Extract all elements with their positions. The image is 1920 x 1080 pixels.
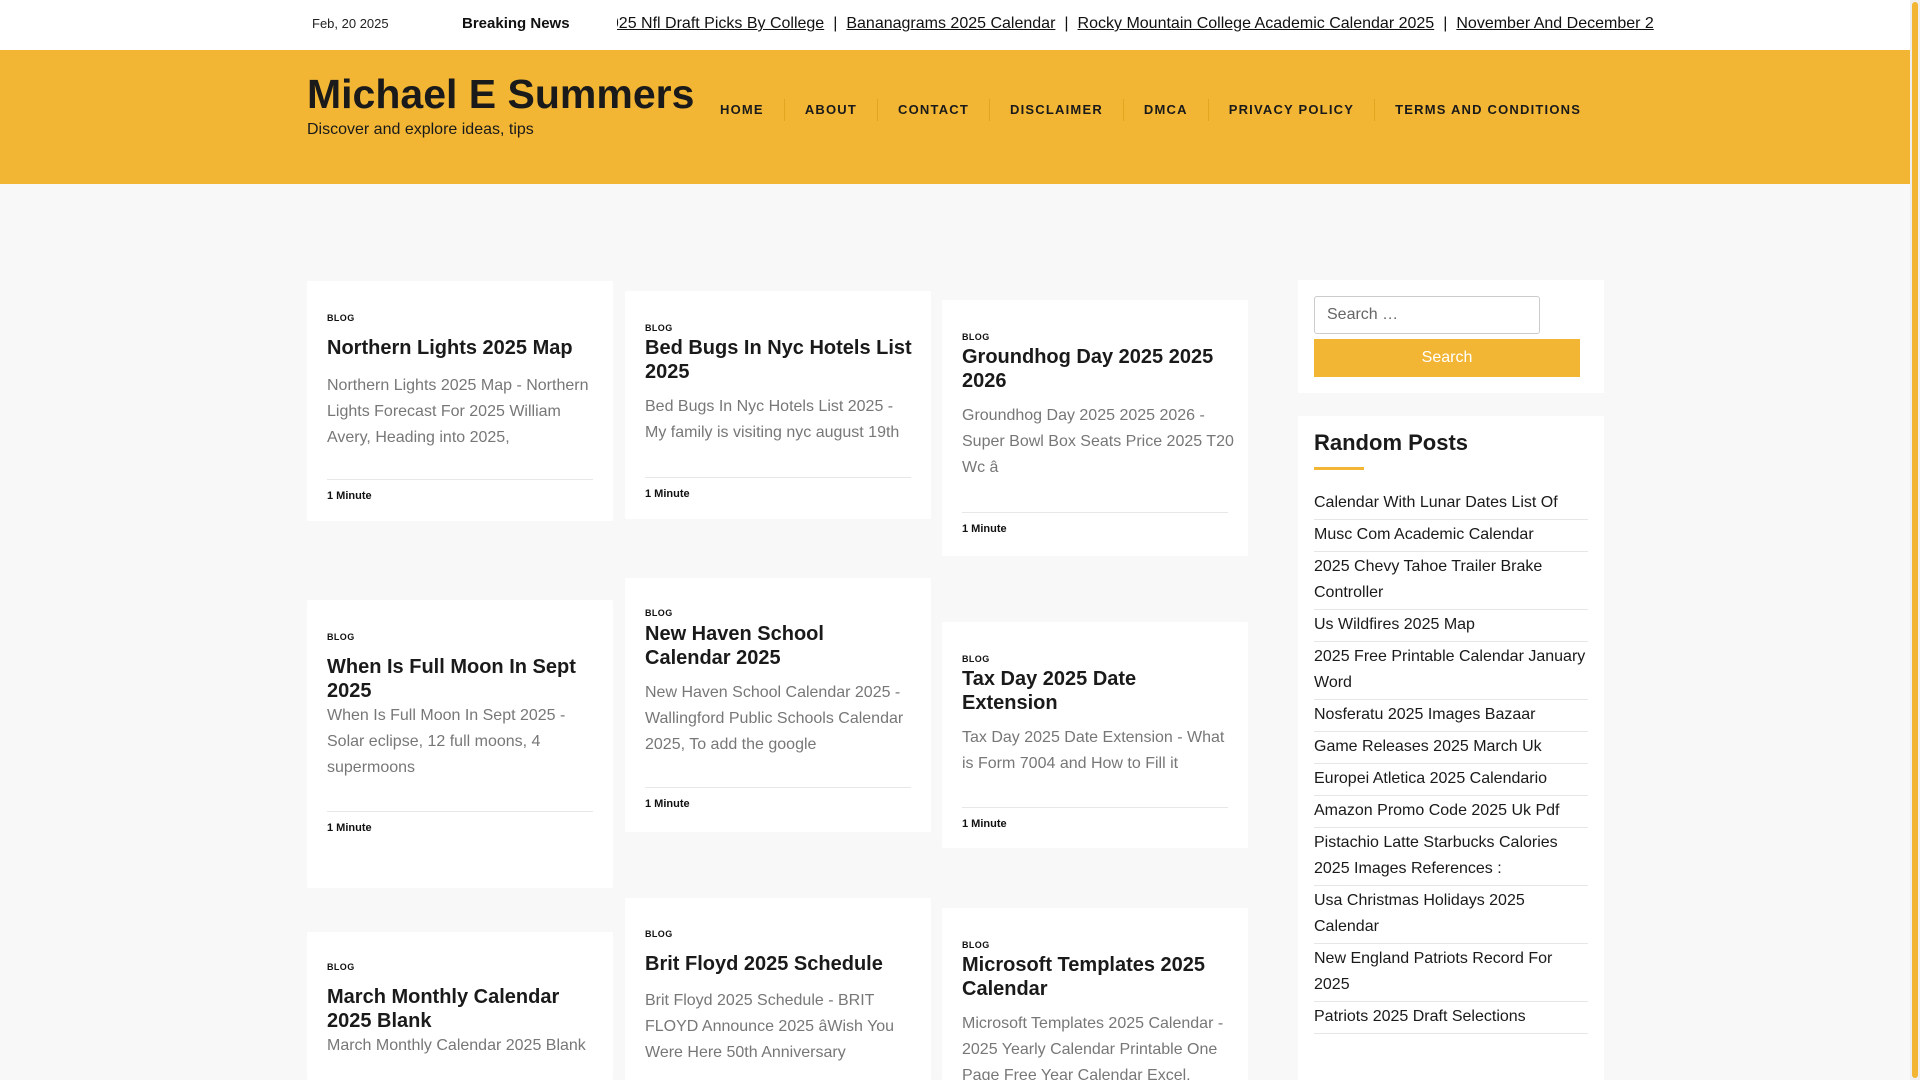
post-card: BLOG Tax Day 2025 Date Extension Tax Day… [942, 622, 1248, 848]
nav-privacy-policy[interactable]: PRIVACY POLICY [1209, 99, 1376, 121]
scrollbar-thumb[interactable] [1912, 2, 1918, 1078]
post-card: BLOG New Haven School Calendar 2025 New … [625, 578, 931, 832]
ticker-item[interactable]: November And December 2 [1456, 15, 1653, 32]
site-tagline: Discover and explore ideas, tips [307, 121, 534, 138]
post-excerpt: Northern Lights 2025 Map - Northern Ligh… [327, 377, 589, 446]
random-post-link[interactable]: Patriots 2025 Draft Selections [1314, 1002, 1588, 1034]
card-divider [645, 787, 911, 788]
card-divider [645, 477, 911, 478]
random-post-link[interactable]: Musc Com Academic Calendar [1314, 520, 1588, 552]
ticker-item[interactable]: Rocky Mountain College Academic Calendar… [1078, 15, 1435, 32]
post-excerpt: March Monthly Calendar 2025 Blank [327, 1037, 586, 1054]
post-card: BLOG March Monthly Calendar 2025 Blank M… [307, 932, 613, 1080]
nav-about[interactable]: ABOUT [785, 99, 879, 121]
read-time: 1 Minute [327, 822, 372, 834]
ticker-item[interactable]: 2025 Nfl Draft Picks By College [617, 15, 824, 32]
post-category[interactable]: BLOG [327, 962, 355, 972]
news-ticker: 2025 Nfl Draft Picks By College | Bananagr… [617, 12, 1655, 38]
nav-disclaimer[interactable]: DISCLAIMER [990, 99, 1124, 121]
main-nav: HOME ABOUT CONTACT DISCLAIMER DMCA PRIVA… [700, 99, 1601, 121]
post-excerpt: Groundhog Day 2025 2025 2026 - Super Bow… [962, 407, 1234, 476]
post-card: BLOG Bed Bugs In Nyc Hotels List 2025 Be… [625, 291, 931, 519]
random-post-link[interactable]: Amazon Promo Code 2025 Uk Pdf [1314, 796, 1588, 828]
random-post-link[interactable]: Usa Christmas Holidays 2025 Calendar [1314, 886, 1588, 944]
ticker-separator: | [1443, 15, 1448, 32]
post-category[interactable]: BLOG [327, 313, 355, 323]
post-title[interactable]: When Is Full Moon In Sept 2025 [327, 655, 597, 703]
post-card: BLOG Northern Lights 2025 Map Northern L… [307, 281, 613, 521]
random-post-link[interactable]: Europei Atletica 2025 Calendario [1314, 764, 1588, 796]
post-title[interactable]: Brit Floyd 2025 Schedule [645, 952, 915, 976]
random-posts-widget: Random Posts Calendar With Lunar Dates L… [1298, 416, 1604, 1080]
post-title[interactable]: March Monthly Calendar 2025 Blank [327, 985, 597, 1033]
post-card: BLOG Groundhog Day 2025 2025 2026 Ground… [942, 300, 1248, 556]
search-button[interactable]: Search [1314, 339, 1580, 377]
post-title[interactable]: Tax Day 2025 Date Extension [962, 667, 1232, 715]
post-title[interactable]: Groundhog Day 2025 2025 2026 [962, 345, 1232, 393]
post-category[interactable]: BLOG [962, 332, 990, 342]
post-title[interactable]: Microsoft Templates 2025 Calendar [962, 953, 1232, 1001]
card-divider [327, 479, 593, 480]
post-card: BLOG When Is Full Moon In Sept 2025 When… [307, 600, 613, 888]
read-time: 1 Minute [645, 798, 690, 810]
post-category[interactable]: BLOG [962, 940, 990, 950]
post-excerpt: Microsoft Templates 2025 Calendar - 2025… [962, 1015, 1224, 1080]
random-post-link[interactable]: New England Patriots Record For 2025 [1314, 944, 1588, 1002]
search-input[interactable] [1314, 296, 1540, 334]
site-title[interactable]: Michael E Summers [307, 71, 694, 118]
ticker-separator: | [1064, 15, 1069, 32]
nav-dmca[interactable]: DMCA [1124, 99, 1209, 121]
card-divider [962, 512, 1228, 513]
current-date: Feb, 20 2025 [312, 16, 389, 31]
card-divider [327, 811, 593, 812]
post-category[interactable]: BLOG [645, 608, 673, 618]
post-title[interactable]: Northern Lights 2025 Map [327, 336, 597, 360]
nav-home[interactable]: HOME [700, 99, 785, 121]
search-widget: Search [1298, 280, 1604, 393]
random-posts-heading: Random Posts [1314, 430, 1469, 455]
post-card: BLOG Brit Floyd 2025 Schedule Brit Floyd… [625, 898, 931, 1080]
nav-terms-and-conditions[interactable]: TERMS AND CONDITIONS [1375, 99, 1601, 121]
read-time: 1 Minute [645, 488, 690, 500]
post-category[interactable]: BLOG [327, 632, 355, 642]
post-excerpt: When Is Full Moon In Sept 2025 - Solar e… [327, 707, 566, 776]
random-post-link[interactable]: Pistachio Latte Starbucks Calories 2025 … [1314, 828, 1588, 886]
top-bar: Feb, 20 2025 Breaking News 2025 Nfl Draf… [0, 0, 1910, 50]
post-excerpt: New Haven School Calendar 2025 - Walling… [645, 684, 904, 753]
post-title[interactable]: Bed Bugs In Nyc Hotels List 2025 [645, 336, 915, 384]
post-card: BLOG Microsoft Templates 2025 Calendar M… [942, 908, 1248, 1080]
site-header: Michael E Summers Discover and explore i… [0, 50, 1910, 184]
random-post-link[interactable]: Game Releases 2025 March Uk [1314, 732, 1588, 764]
post-category[interactable]: BLOG [962, 654, 990, 664]
random-post-link[interactable]: Calendar With Lunar Dates List Of [1314, 488, 1588, 520]
read-time: 1 Minute [962, 523, 1007, 535]
random-posts-list: Calendar With Lunar Dates List Of Musc C… [1314, 488, 1588, 1034]
post-title[interactable]: New Haven School Calendar 2025 [645, 622, 915, 670]
ticker-track: 2025 Nfl Draft Picks By College | Bananagr… [617, 15, 1654, 33]
post-excerpt: Tax Day 2025 Date Extension - What is Fo… [962, 729, 1225, 772]
random-post-link[interactable]: Nosferatu 2025 Images Bazaar [1314, 700, 1588, 732]
nav-contact[interactable]: CONTACT [878, 99, 991, 121]
post-excerpt: Bed Bugs In Nyc Hotels List 2025 - My fa… [645, 398, 900, 441]
ticker-separator: | [833, 15, 838, 32]
breaking-news-label: Breaking News [462, 15, 570, 32]
random-post-link[interactable]: 2025 Chevy Tahoe Trailer Brake Controlle… [1314, 552, 1588, 610]
post-category[interactable]: BLOG [645, 929, 673, 939]
read-time: 1 Minute [327, 490, 372, 502]
ticker-item[interactable]: Bananagrams 2025 Calendar [846, 15, 1055, 32]
read-time: 1 Minute [962, 818, 1007, 830]
random-post-link[interactable]: Us Wildfires 2025 Map [1314, 610, 1588, 642]
card-divider [962, 807, 1228, 808]
post-category[interactable]: BLOG [645, 323, 673, 333]
heading-underline [1314, 467, 1364, 470]
random-post-link[interactable]: 2025 Free Printable Calendar January Wor… [1314, 642, 1588, 700]
post-excerpt: Brit Floyd 2025 Schedule - BRIT FLOYD An… [645, 992, 895, 1061]
page: Feb, 20 2025 Breaking News 2025 Nfl Draf… [0, 0, 1920, 1080]
